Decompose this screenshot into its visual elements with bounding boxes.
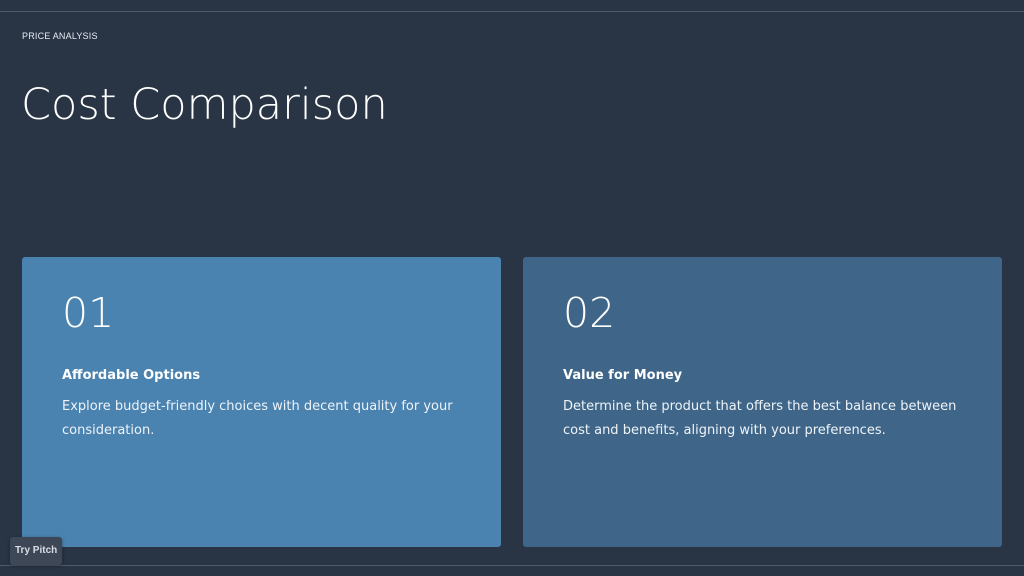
- try-pitch-button[interactable]: Try Pitch: [10, 537, 63, 565]
- card-heading: Value for Money: [563, 368, 683, 383]
- card-heading: Affordable Options: [62, 368, 201, 383]
- bottom-divider: [0, 565, 1024, 566]
- card-number: 01: [62, 289, 115, 337]
- top-divider: [0, 11, 1024, 12]
- card-value-for-money: 02 Value for Money Determine the product…: [523, 257, 1002, 547]
- card-description: Determine the product that offers the be…: [563, 399, 957, 438]
- section-eyebrow: PRICE ANALYSIS: [22, 31, 98, 41]
- slide-title: Cost Comparison: [21, 80, 388, 130]
- card-description: Explore budget-friendly choices with dec…: [62, 399, 453, 438]
- card-number: 02: [563, 289, 616, 337]
- card-affordable-options: 01 Affordable Options Explore budget-fri…: [22, 257, 501, 547]
